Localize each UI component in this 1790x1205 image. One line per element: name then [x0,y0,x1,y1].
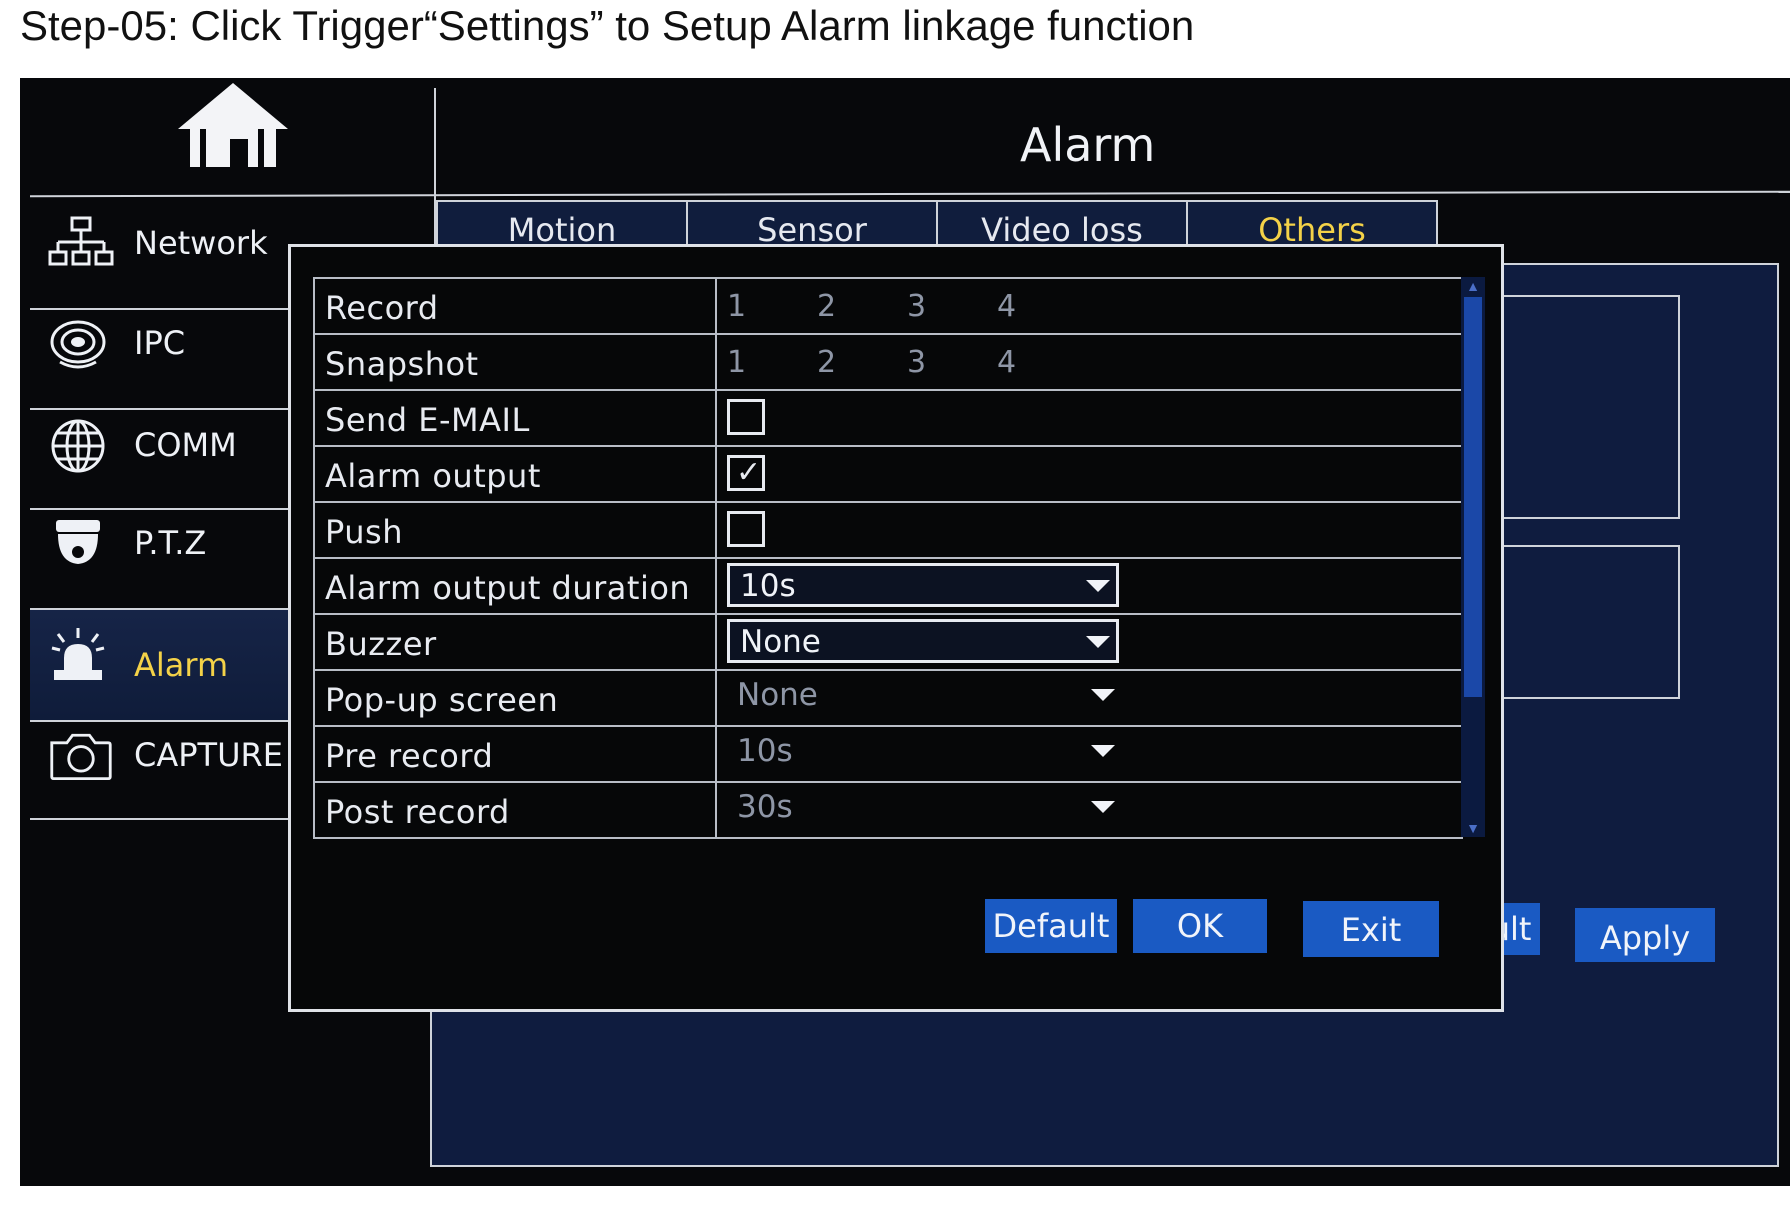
dialog-exit-button[interactable]: Exit [1303,901,1439,957]
row-label: Alarm output [325,457,541,495]
popup-screen-select[interactable]: None [727,675,1119,719]
dialog-ok-button[interactable]: OK [1133,899,1267,953]
row-push: Push [313,503,1463,559]
alarm-output-duration-select[interactable]: 10s [727,563,1119,607]
snapshot-channel-2[interactable]: 2 [817,345,836,380]
scroll-down-icon[interactable]: ▼ [1465,821,1481,835]
dome-camera-icon [56,520,100,564]
dialog-default-button[interactable]: Default [985,899,1117,953]
row-alarm-output-duration: Alarm output duration 10s [313,559,1463,615]
settings-table: Record 1 2 3 4 Snapshot 1 2 3 4 Send E-M… [313,277,1463,839]
row-label: Alarm output duration [325,569,691,607]
record-channel-2[interactable]: 2 [817,289,836,324]
row-label: Record [325,289,439,327]
home-button[interactable] [20,78,436,192]
network-icon [48,216,114,266]
record-channel-4[interactable]: 4 [997,289,1016,324]
sidebar-item-comm[interactable]: COMM [30,388,300,500]
sidebar-item-capture[interactable]: CAPTURE [30,698,300,810]
sidebar-item-ptz[interactable]: P.T.Z [30,486,300,598]
row-alarm-output: Alarm output ✓ [313,447,1463,503]
content-box-2 [1476,545,1680,699]
chevron-down-icon [1086,580,1110,592]
sidebar-divider [30,818,302,820]
scroll-up-icon[interactable]: ▲ [1465,279,1481,293]
dvr-screen: Default Apply Alarm Motion Sensor Video … [20,78,1790,1186]
record-channel-1[interactable]: 1 [727,289,746,324]
alarm-output-checkbox[interactable]: ✓ [727,455,765,491]
sidebar-item-label: Alarm [134,646,229,684]
row-post-record: Post record 30s [313,783,1463,839]
record-channel-3[interactable]: 3 [907,289,926,324]
row-pre-record: Pre record 10s [313,727,1463,783]
row-snapshot: Snapshot 1 2 3 4 [313,335,1463,391]
row-buzzer: Buzzer None [313,615,1463,671]
alarm-siren-icon [51,628,105,680]
pre-record-select[interactable]: 10s [727,731,1119,775]
sidebar-item-label: CAPTURE [134,736,283,774]
row-send-email: Send E-MAIL [313,391,1463,447]
camera-lens-icon [50,320,106,369]
snapshot-channel-1[interactable]: 1 [727,345,746,380]
snapshot-channel-3[interactable]: 3 [907,345,926,380]
chevron-down-icon [1091,745,1115,757]
row-label: Snapshot [325,345,479,383]
send-email-checkbox[interactable] [727,399,765,435]
content-box-1 [1476,295,1680,519]
chevron-down-icon [1091,801,1115,813]
home-icon [178,83,288,167]
chevron-down-icon [1086,636,1110,648]
globe-icon [51,419,105,473]
sidebar-item-ipc[interactable]: IPC [30,286,300,398]
sidebar-item-label: P.T.Z [134,524,207,562]
sidebar-item-network[interactable]: Network [30,186,300,298]
post-record-select[interactable]: 30s [727,787,1119,831]
settings-scrollbar[interactable]: ▲ ▼ [1461,277,1485,837]
row-label: Pop-up screen [325,681,559,719]
sidebar-item-label: COMM [134,426,237,464]
capture-camera-icon [50,733,112,781]
buzzer-select[interactable]: None [727,619,1119,663]
apply-button[interactable]: Apply [1575,908,1715,962]
row-record: Record 1 2 3 4 [313,279,1463,335]
page-caption: Step-05: Click Trigger“Settings” to Setu… [20,2,1195,49]
push-checkbox[interactable] [727,511,765,547]
row-label: Buzzer [325,625,437,663]
scrollbar-thumb[interactable] [1464,297,1482,697]
sidebar-item-label: IPC [134,324,186,362]
page-title: Alarm [1020,118,1156,172]
trigger-settings-dialog: Record 1 2 3 4 Snapshot 1 2 3 4 Send E-M… [288,244,1504,1012]
row-popup-screen: Pop-up screen None [313,671,1463,727]
row-label: Pre record [325,737,494,775]
sidebar-item-label: Network [134,224,268,262]
row-label: Send E-MAIL [325,401,530,439]
chevron-down-icon [1091,689,1115,701]
checkmark-icon: ✓ [736,456,762,489]
row-label: Post record [325,793,510,831]
snapshot-channel-4[interactable]: 4 [997,345,1016,380]
row-label: Push [325,513,403,551]
